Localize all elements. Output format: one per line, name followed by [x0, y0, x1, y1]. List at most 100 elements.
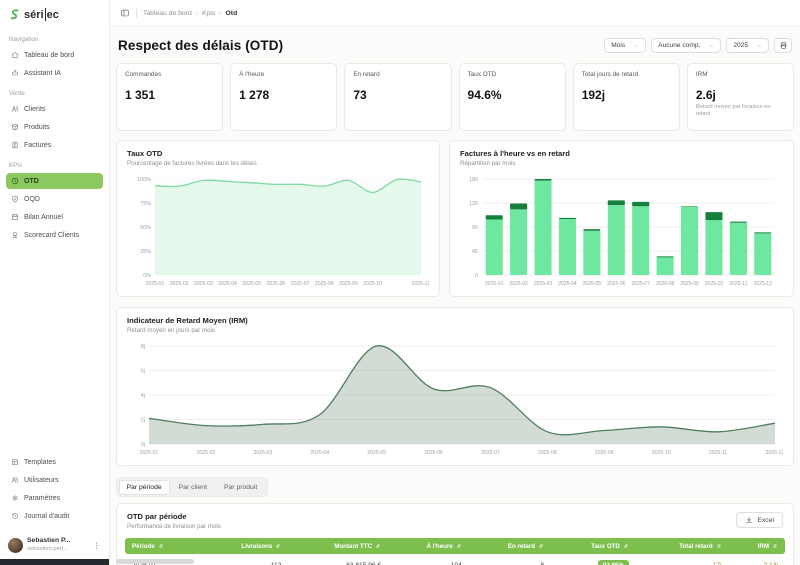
sidebar-item-otd[interactable]: OTD: [6, 173, 103, 189]
kpi-label: À l'heure: [239, 71, 328, 78]
sidebar-item-tableau-de-bord[interactable]: Tableau de bord: [6, 47, 103, 63]
kpi-label: Taux OTD: [468, 71, 557, 78]
sidebar-item-label: Scorecard Clients: [24, 232, 79, 239]
cell-taux-otd: 92,86%: [551, 554, 636, 565]
column-header-label: En retard: [508, 543, 535, 550]
svg-text:2j: 2j: [141, 418, 145, 424]
svg-text:0j: 0j: [141, 442, 145, 448]
cell-irm: 2.13j: [729, 554, 785, 565]
sidebar-item-journal-d-audit[interactable]: Journal d'audit: [6, 508, 103, 524]
breadcrumb-item-tableau-de-bord[interactable]: Tableau de bord: [143, 10, 192, 17]
sidebar-item-parametres[interactable]: Paramètres: [6, 490, 103, 506]
svg-text:2025-09: 2025-09: [339, 281, 358, 287]
column-header-inner: En retard: [476, 543, 544, 550]
svg-text:0%: 0%: [143, 273, 151, 279]
column-header-label: À l'heure: [427, 543, 453, 550]
column-header-total-retard[interactable]: Total retard: [636, 538, 729, 554]
sidebar: sériec NavigationTableau de bordAssistan…: [0, 0, 110, 565]
svg-text:2025-02: 2025-02: [197, 450, 216, 456]
sidebar-item-bilan-annuel[interactable]: Bilan Annuel: [6, 209, 103, 225]
comparison-select[interactable]: Aucune comp.: [651, 38, 721, 53]
chart-title: Taux OTD: [127, 149, 429, 158]
sort-icon: [275, 543, 281, 549]
factures-stacked-bar-chart: 045901351802025-012025-022025-032025-042…: [460, 172, 783, 288]
column-header-periode[interactable]: Période: [125, 538, 200, 554]
chart-card-taux-otd: Taux OTD Pourcentage de factures livrées…: [116, 140, 440, 297]
chart-subtitle: Pourcentage de factures livrées dans les…: [127, 160, 429, 167]
tab-par-produit[interactable]: Par produit: [216, 480, 265, 495]
sidebar-bottom-bar: [0, 559, 109, 565]
svg-text:2025-09: 2025-09: [595, 450, 614, 456]
sidebar-footer: Templates Utilisateurs Paramètres Journal d…: [0, 454, 109, 530]
column-header-inner: Montant TTC: [295, 543, 381, 550]
horizontal-scrollbar-thumb[interactable]: [116, 559, 194, 564]
print-button[interactable]: [774, 38, 792, 53]
sidebar-nav: NavigationTableau de bordAssistant IAVen…: [0, 27, 109, 454]
svg-text:2025-05: 2025-05: [242, 281, 261, 287]
column-header-livraisons[interactable]: Livraisons: [200, 538, 288, 554]
sort-icon: [772, 543, 778, 549]
column-header-a-l-heure[interactable]: À l'heure: [388, 538, 469, 554]
sidebar-item-assistant-ia[interactable]: Assistant IA: [6, 65, 103, 81]
kpi-card-commandes: Commandes1 351: [116, 63, 223, 131]
chevron-down-icon: [708, 43, 714, 49]
chart-subtitle: Retard moyen en jours par mois: [127, 327, 783, 334]
column-header-en-retard[interactable]: En retard: [469, 538, 551, 554]
sidebar-item-label: Bilan Annuel: [24, 214, 63, 221]
sidebar-item-oqd[interactable]: OQD: [6, 191, 103, 207]
svg-text:2025-11: 2025-11: [729, 281, 747, 287]
sidebar-item-label: Factures: [24, 142, 51, 149]
svg-text:0: 0: [475, 273, 478, 279]
sidebar-toggle-icon[interactable]: [120, 8, 130, 18]
column-header-montant-ttc[interactable]: Montant TTC: [288, 538, 388, 554]
kpi-card-en-retard: En retard73: [344, 63, 451, 131]
svg-text:2025-09: 2025-09: [680, 281, 699, 287]
export-excel-button[interactable]: Excel: [736, 512, 783, 528]
tab-par-client[interactable]: Par client: [171, 480, 215, 495]
granularity-select[interactable]: Mois: [604, 38, 646, 53]
column-header-label: IRM: [758, 543, 769, 550]
breadcrumb-separator: ›: [219, 10, 221, 17]
otd-table-card: OTD par période Performance de livraison…: [116, 503, 794, 565]
svg-text:2025-10: 2025-10: [652, 450, 671, 456]
column-header-taux-otd[interactable]: Taux OTD: [551, 538, 636, 554]
nav-section-label-vente: Vente: [9, 90, 100, 97]
breadcrumb-item-kpis[interactable]: Kpis: [202, 10, 215, 17]
sidebar-item-label: Journal d'audit: [24, 513, 69, 520]
printer-icon: [779, 41, 788, 50]
column-header-label: Taux OTD: [591, 543, 620, 550]
sidebar-item-factures[interactable]: Factures: [6, 137, 103, 153]
svg-text:90: 90: [472, 225, 478, 231]
sidebar-item-label: OQD: [24, 196, 40, 203]
sidebar-item-scorecard-clients[interactable]: Scorecard Clients: [6, 227, 103, 243]
dots-vertical-icon[interactable]: [92, 541, 101, 550]
brand-logo-icon: [8, 8, 21, 21]
cell-montant-ttc: 63 815,96 €: [288, 554, 388, 565]
package-icon: [11, 123, 19, 131]
app-window: sériec NavigationTableau de bordAssistan…: [0, 0, 800, 565]
svg-text:8j: 8j: [141, 344, 145, 350]
sidebar-item-utilisateurs[interactable]: Utilisateurs: [6, 472, 103, 488]
chevron-down-icon: [756, 43, 762, 49]
svg-text:2025-05: 2025-05: [367, 450, 386, 456]
sidebar-item-produits[interactable]: Produits: [6, 119, 103, 135]
table-header-row: Période Livraisons Montant TTC À l'heure En …: [125, 538, 785, 554]
tab-par-periode[interactable]: Par période: [119, 480, 170, 495]
column-header-inner: Taux OTD: [558, 543, 629, 550]
brand-logo[interactable]: sériec: [0, 0, 109, 27]
column-header-inner: Livraisons: [207, 543, 281, 550]
svg-text:2025-06: 2025-06: [267, 281, 286, 287]
sidebar-item-clients[interactable]: Clients: [6, 101, 103, 117]
filter-value: 2025: [733, 42, 748, 49]
kpi-value: 2.6j: [696, 88, 785, 102]
kpi-card-a-l-heure: À l'heure1 278: [230, 63, 337, 131]
sidebar-item-label: Tableau de bord: [24, 52, 74, 59]
sidebar-item-templates[interactable]: Templates: [6, 454, 103, 470]
award-icon: [11, 231, 19, 239]
year-select[interactable]: 2025: [726, 38, 769, 53]
page-title: Respect des délais (OTD): [118, 38, 283, 53]
svg-text:2025-12: 2025-12: [412, 281, 429, 287]
column-header-irm[interactable]: IRM: [729, 538, 785, 554]
table-row[interactable]: 2025-0111263 815,96 €104892,86%17j2.13j: [125, 554, 785, 565]
table-title: OTD par période: [127, 512, 221, 521]
